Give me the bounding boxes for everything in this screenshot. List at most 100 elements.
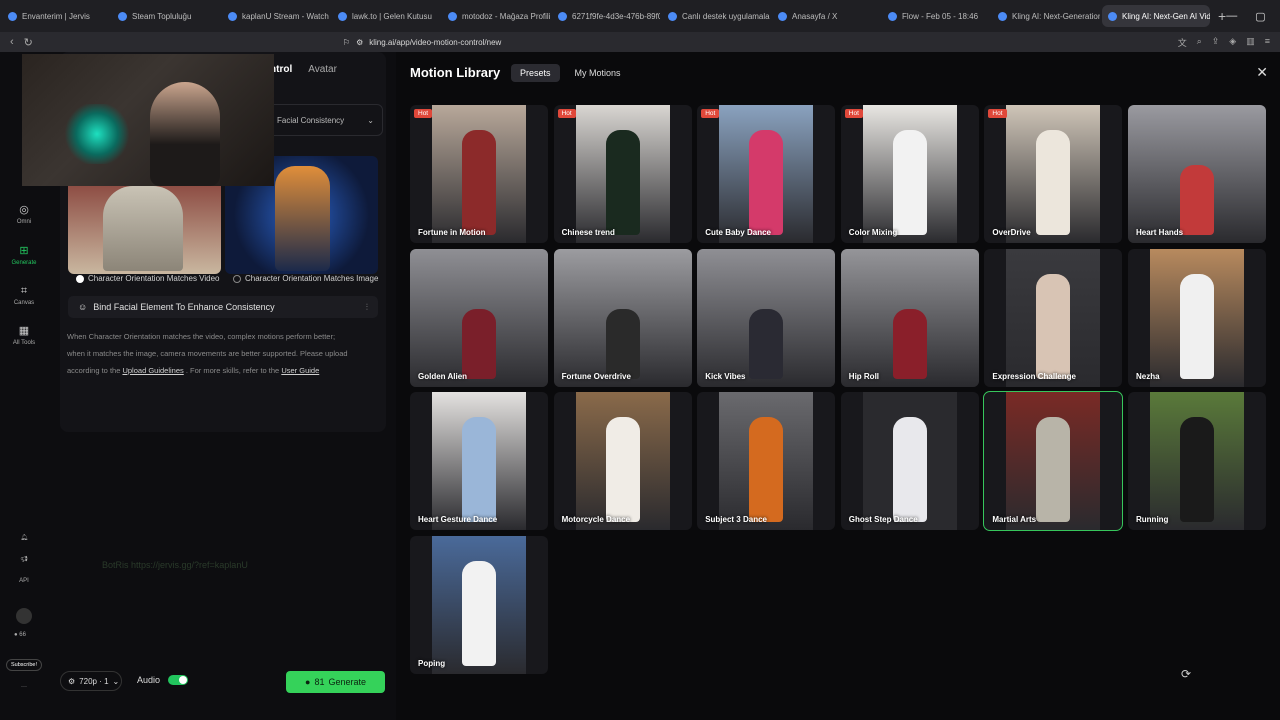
motion-card[interactable]: Hot Chinese trend (553, 105, 692, 243)
browser-tab[interactable]: Canlı destek uygulamaları (662, 5, 770, 27)
library-tabs: Presets My Motions (511, 64, 630, 82)
motion-card[interactable]: Heart Gesture Dance (410, 392, 548, 531)
motion-card[interactable]: Hot Color Mixing (840, 105, 979, 243)
motion-thumbnail (840, 248, 979, 387)
tab-avatar[interactable]: Avatar (308, 64, 337, 75)
browser-tab[interactable]: Kling AI: Next-Gen AI Vide✕ (1102, 5, 1210, 27)
site-info-icon[interactable]: ⚙ (356, 38, 363, 47)
zoom-icon[interactable]: ⌕ (1197, 36, 1202, 49)
tab-my-motions[interactable]: My Motions (566, 64, 630, 82)
bookmark-icon[interactable]: ⚐ (343, 38, 350, 47)
dancer-figure (1180, 273, 1214, 379)
audio-toggle[interactable] (168, 675, 189, 685)
settings-sliders-icon[interactable]: ⫶ (366, 302, 368, 313)
user-guide-link[interactable]: User Guide (281, 366, 319, 375)
orient-image-option[interactable]: Character Orientation Matches Image (233, 274, 378, 283)
nav-omni-label: Omni (16, 219, 32, 225)
motion-card[interactable]: Running (1128, 392, 1266, 531)
tab-favicon-icon (118, 11, 127, 21)
back-icon[interactable]: ‹ (10, 36, 14, 48)
extension-icon[interactable]: ◈ (1229, 36, 1236, 49)
bind-facial-element[interactable]: ☺ Bind Facial Element To Enhance Consist… (68, 296, 378, 318)
browser-tab[interactable]: Steam Topluluğu (112, 5, 220, 27)
browser-tab[interactable]: kaplanU Stream - Watch Live o (222, 5, 330, 27)
motion-card-label: Golden Alien (418, 371, 468, 381)
dancer-figure (749, 417, 784, 523)
browser-tab[interactable]: Flow - Feb 05 - 18:46 (882, 5, 990, 27)
motion-card[interactable]: Kick Vibes (697, 248, 836, 387)
more-icon[interactable]: ··· (0, 684, 48, 690)
orient-video-option[interactable]: Character Orientation Matches Video (76, 274, 219, 283)
url-field[interactable]: ⚐ ⚙ kling.ai/app/video-motion-control/ne… (343, 34, 883, 50)
browser-tab[interactable]: 6271f9fe-4d3e-476b-89f0-c15 (552, 5, 660, 27)
motion-card[interactable]: Ghost Step Dance (840, 392, 979, 531)
tab-label: Envanterim | Jervis (22, 11, 90, 21)
sidebar-icon[interactable]: ▥ (1246, 36, 1255, 49)
dancer-figure (462, 560, 496, 666)
tab-label: Canlı destek uygulamaları (682, 11, 770, 21)
subscribe-button[interactable]: Subscribe! (6, 659, 42, 671)
motion-thumbnail (1150, 248, 1244, 387)
browser-tab[interactable]: Kling AI: Next-Generation AI C (992, 5, 1100, 27)
tab-label: 6271f9fe-4d3e-476b-89f0-c15 (572, 11, 660, 21)
hot-badge: Hot (988, 109, 1007, 118)
credit-icon: ● (305, 677, 311, 687)
upload-guidelines-link[interactable]: Upload Guidelines (122, 366, 183, 375)
motion-thumbnail (1128, 105, 1266, 243)
nav-all-tools[interactable]: ▦ All Tools (0, 325, 48, 346)
motion-card[interactable]: Motorcycle Dance (553, 392, 692, 531)
motion-card[interactable]: Hot Cute Baby Dance (697, 105, 836, 243)
announce-icon[interactable]: 📢︎ (0, 556, 48, 563)
notification-icon[interactable]: 🔔︎ (0, 534, 48, 541)
motion-thumbnail (1006, 248, 1101, 387)
consistency-select[interactable]: Facial Consistency ⌄ (268, 104, 383, 136)
motion-thumbnail (575, 392, 670, 531)
motion-card[interactable]: Heart Hands (1128, 105, 1266, 243)
dancer-figure (462, 417, 496, 523)
tab-favicon-icon (448, 11, 457, 21)
support-icon[interactable]: ⟳ (1181, 667, 1191, 681)
share-icon[interactable]: ⇪ (1212, 36, 1220, 49)
kling-app: ◎ Omni ⊞ Generate ⌗ Canvas ▦ All Tools 🔔… (0, 52, 1280, 720)
motion-card[interactable]: Hot Fortune in Motion (410, 105, 548, 243)
browser-tab[interactable]: motodoz - Mağaza Profili | Jerv (442, 5, 550, 27)
nav-canvas-label: Canvas (13, 300, 35, 306)
motion-card[interactable]: Fortune Overdrive (553, 248, 692, 387)
browser-tab[interactable]: Envanterim | Jervis (2, 5, 110, 27)
browser-tab[interactable]: lawk.to | Gelen Kutusu (332, 5, 440, 27)
minimize-icon[interactable]: — (1226, 10, 1237, 23)
avatar[interactable] (0, 608, 48, 626)
maximize-icon[interactable]: ▢ (1255, 10, 1265, 23)
motion-card[interactable]: Golden Alien (410, 248, 548, 387)
motion-card[interactable]: Subject 3 Dance (697, 392, 836, 531)
translate-icon[interactable]: 文 (1178, 36, 1187, 49)
tab-list: Envanterim | Jervis Steam Topluluğu kaplan… (0, 5, 1210, 27)
motion-card[interactable]: Nezha (1128, 248, 1266, 387)
motion-card[interactable]: Hip Roll (840, 248, 979, 387)
tab-label: lawk.to | Gelen Kutusu (352, 11, 432, 21)
tab-label: motodoz - Mağaza Profili | Jerv (462, 11, 550, 21)
tab-presets[interactable]: Presets (511, 64, 560, 82)
quality-select[interactable]: ⚙ 720p · 1 ⌄ (60, 671, 122, 691)
menu-icon[interactable]: ≡ (1265, 36, 1270, 49)
generate-button[interactable]: ● 81 Generate (286, 671, 385, 693)
motion-card-label: Chinese trend (561, 228, 615, 237)
nav-generate[interactable]: ⊞ Generate (0, 245, 48, 266)
chevron-down-icon: ⌄ (112, 676, 120, 686)
motion-card-label: Hip Roll (848, 371, 880, 381)
motion-card[interactable]: Hot OverDrive (984, 105, 1123, 243)
motion-card[interactable]: Poping (410, 535, 548, 674)
motion-card[interactable]: Expression Challenge (984, 248, 1123, 387)
nav-omni[interactable]: ◎ Omni (0, 204, 48, 225)
all-tools-icon: ▦ (18, 325, 30, 337)
browser-tab[interactable]: Anasayfa / X (772, 5, 880, 27)
motion-card-label: Heart Hands (1136, 228, 1184, 237)
new-tab-icon[interactable]: + (1218, 8, 1226, 24)
motion-card[interactable]: Martial Arts (983, 391, 1124, 532)
motion-card-label: Martial Arts (992, 515, 1037, 525)
nav-canvas[interactable]: ⌗ Canvas (0, 285, 48, 306)
nav-api[interactable]: API (0, 578, 48, 584)
close-icon[interactable]: ✕ (1256, 64, 1268, 81)
reload-icon[interactable]: ↻ (24, 36, 33, 49)
motion-thumbnail (575, 105, 670, 243)
